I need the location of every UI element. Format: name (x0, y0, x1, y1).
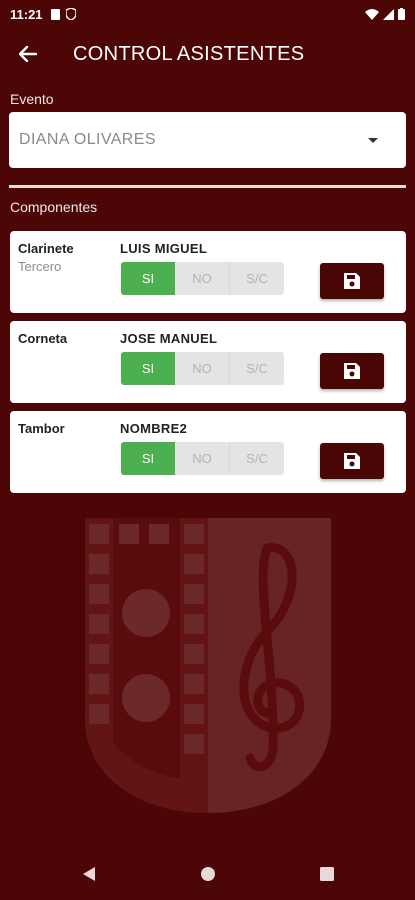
nav-recents-button[interactable] (315, 862, 339, 886)
battery-icon (398, 8, 405, 20)
attendance-toggle: SI NO S/C (121, 262, 284, 295)
nav-home-button[interactable] (196, 862, 220, 886)
option-si[interactable]: SI (121, 262, 175, 295)
member-name: NOMBRE2 (120, 421, 188, 436)
status-notification-icons (50, 8, 76, 20)
component-card: Clarinete Tercero LUIS MIGUEL SI NO S/C (10, 231, 406, 313)
section-divider (9, 185, 406, 188)
screen: 11:21 CONTROL ASISTENTES Evento DIANA OL… (0, 0, 415, 900)
evento-label: Evento (10, 91, 54, 107)
save-button[interactable] (320, 443, 384, 479)
option-sc[interactable]: S/C (229, 352, 284, 385)
band-crest-watermark (85, 518, 331, 813)
componentes-label: Componentes (10, 199, 98, 215)
evento-dropdown[interactable]: DIANA OLIVARES (9, 112, 406, 168)
component-card: Corneta JOSE MANUEL SI NO S/C (10, 321, 406, 403)
option-no[interactable]: NO (175, 442, 229, 475)
component-card: Tambor NOMBRE2 SI NO S/C (10, 411, 406, 493)
sd-card-icon (50, 8, 60, 20)
instrument-name: Corneta (18, 331, 68, 346)
save-button[interactable] (320, 263, 384, 299)
member-name: JOSE MANUEL (120, 331, 218, 346)
signal-icon (383, 8, 394, 20)
page-title: CONTROL ASISTENTES (73, 42, 305, 65)
triangle-back-icon (82, 867, 95, 881)
option-no[interactable]: NO (175, 262, 229, 295)
nav-back-button[interactable] (77, 862, 101, 886)
circle-home-icon (200, 867, 215, 881)
status-time: 11:21 (10, 6, 43, 22)
option-si[interactable]: SI (121, 352, 175, 385)
status-bar: 11:21 (0, 0, 415, 28)
option-si[interactable]: SI (121, 442, 175, 475)
caret-down-icon (368, 137, 378, 143)
save-button[interactable] (320, 353, 384, 389)
floppy-disk-icon (344, 363, 360, 379)
system-nav-bar (0, 848, 415, 900)
option-sc[interactable]: S/C (229, 442, 284, 475)
arrow-left-icon (19, 46, 37, 62)
back-button[interactable] (0, 28, 56, 80)
floppy-disk-icon (344, 453, 360, 469)
app-bar: CONTROL ASISTENTES (0, 28, 415, 80)
floppy-disk-icon (344, 273, 360, 289)
shield-s-icon (65, 8, 76, 20)
member-name: LUIS MIGUEL (120, 241, 208, 256)
instrument-name: Tambor (18, 421, 65, 436)
wifi-icon (365, 8, 379, 20)
evento-selected-value: DIANA OLIVARES (19, 131, 156, 148)
instrument-name: Clarinete (18, 241, 74, 256)
option-sc[interactable]: S/C (229, 262, 284, 295)
attendance-toggle: SI NO S/C (121, 442, 284, 475)
option-no[interactable]: NO (175, 352, 229, 385)
status-system-icons (365, 8, 405, 20)
square-recents-icon (319, 867, 334, 881)
instrument-voice: Tercero (18, 259, 62, 274)
attendance-toggle: SI NO S/C (121, 352, 284, 385)
